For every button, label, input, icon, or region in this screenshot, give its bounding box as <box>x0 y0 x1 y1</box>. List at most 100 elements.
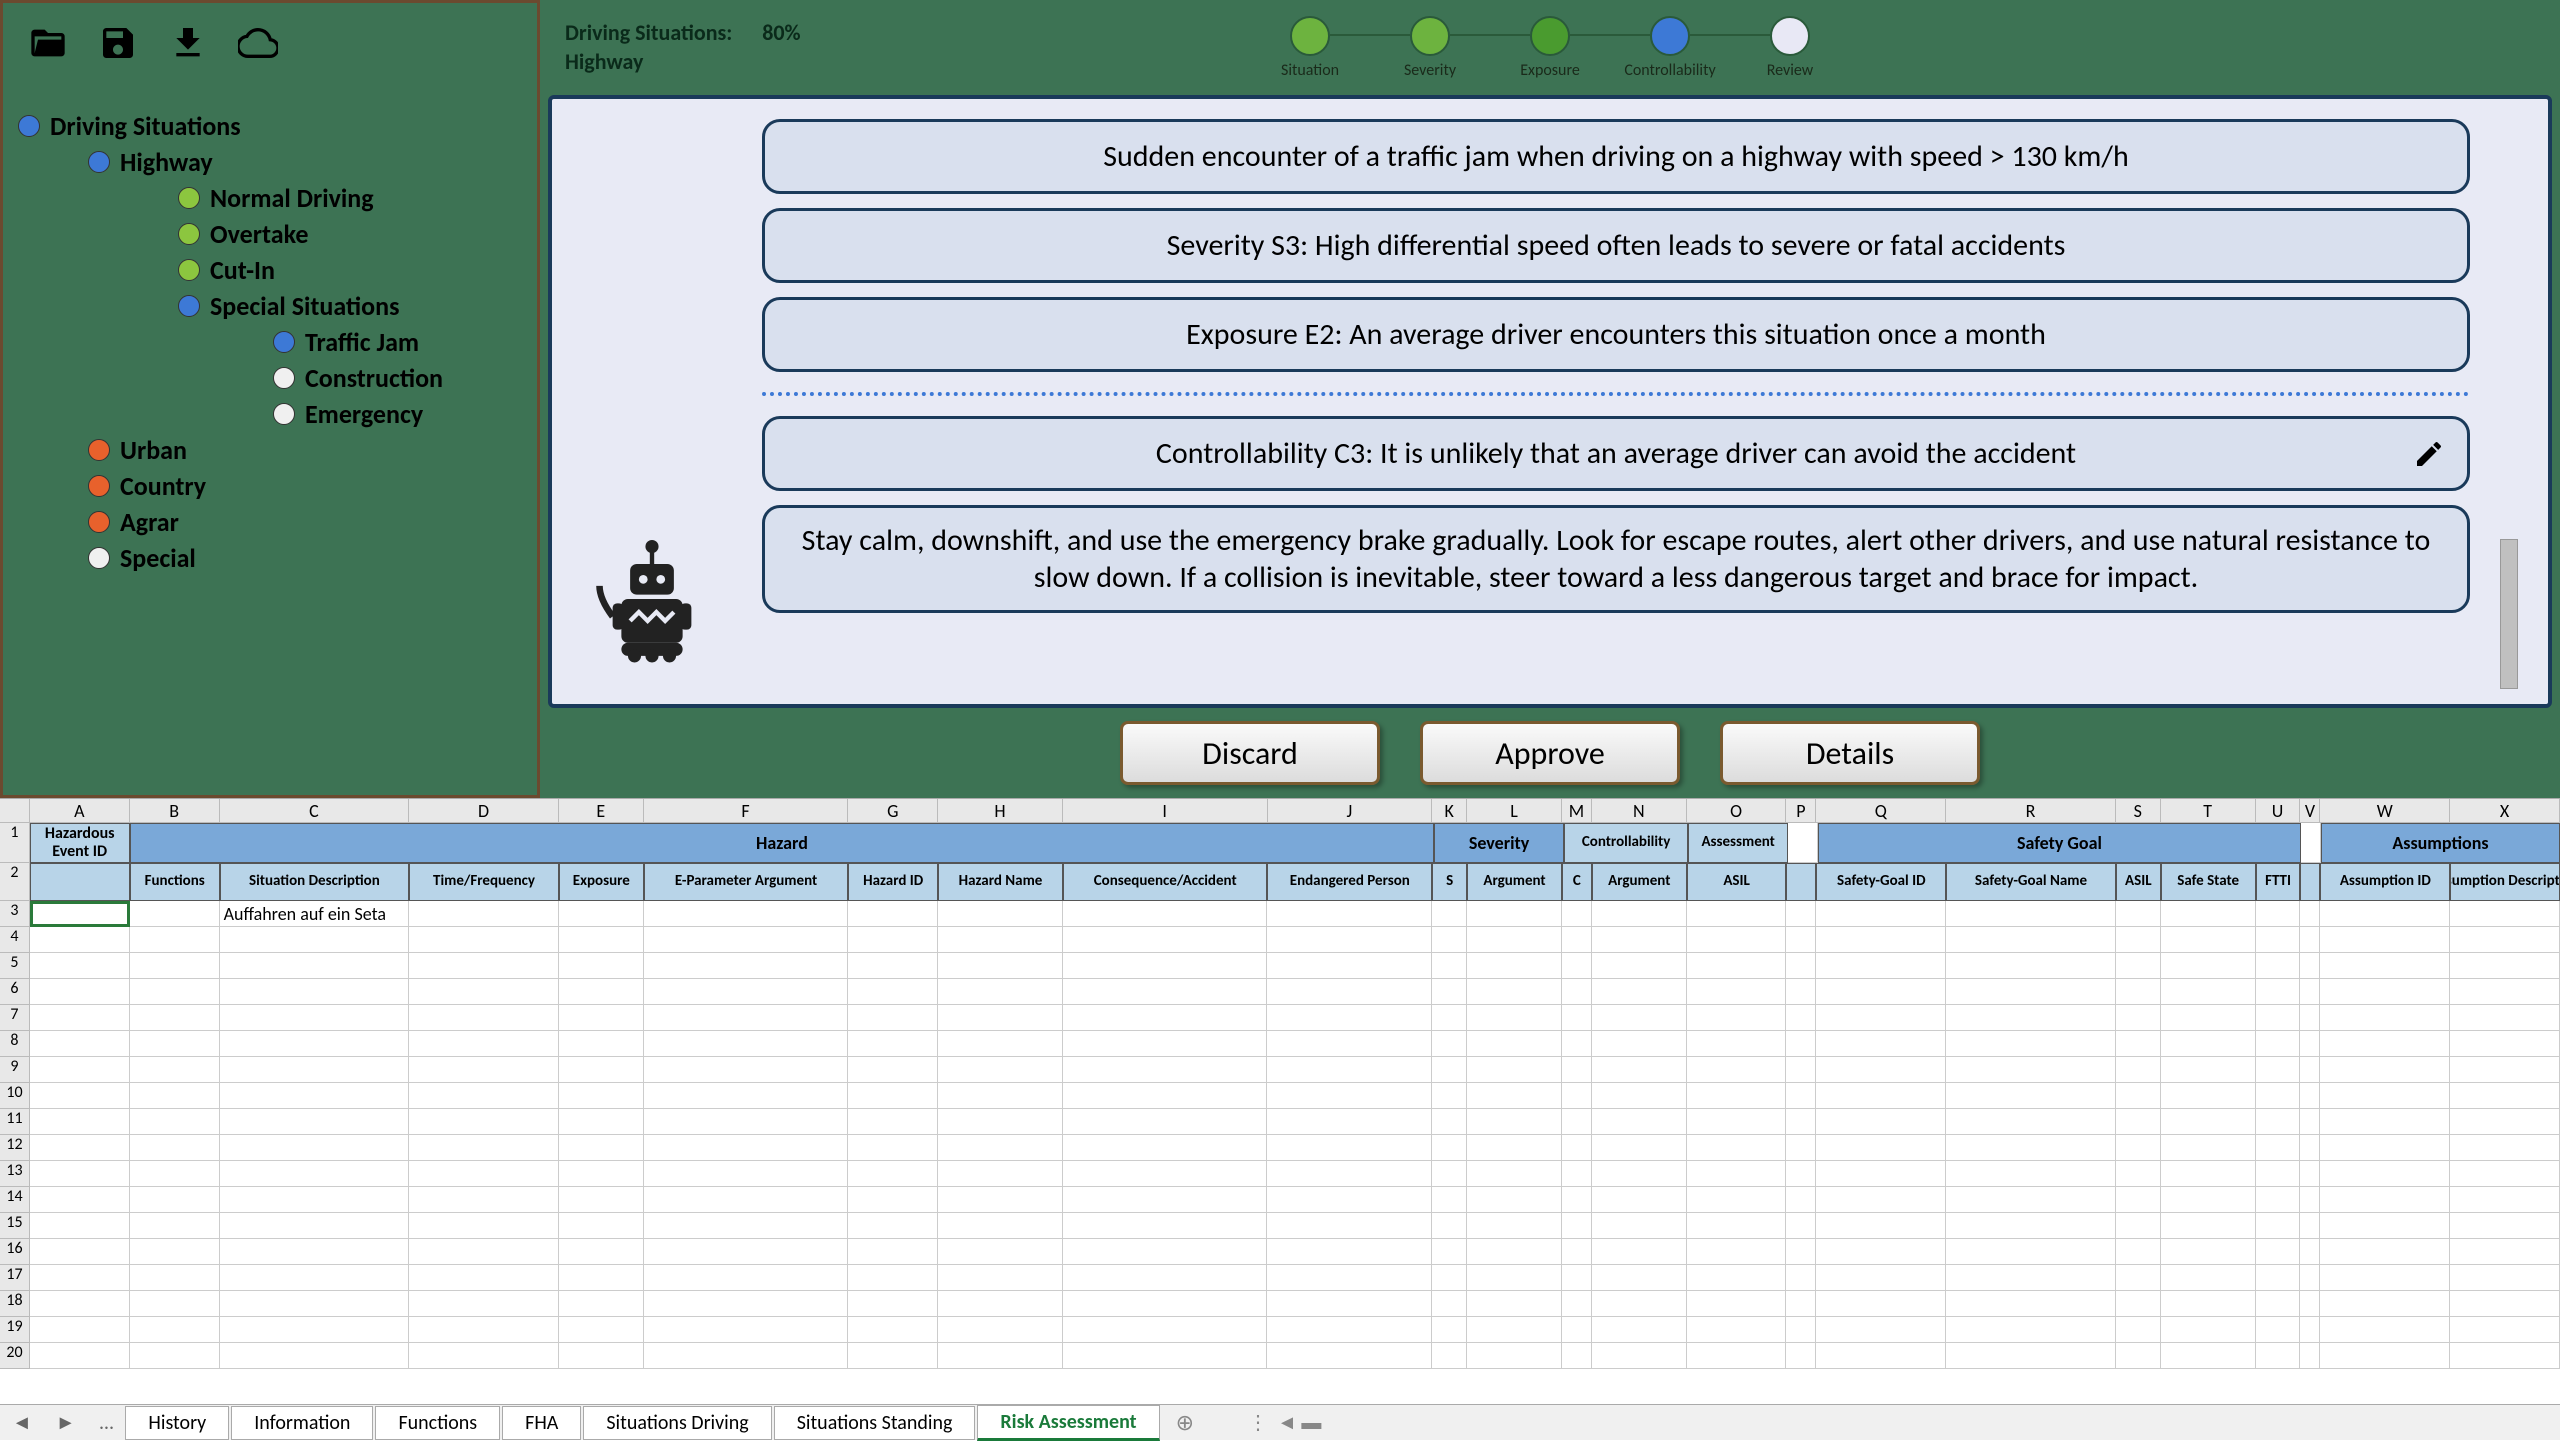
col-header[interactable]: X <box>2450 799 2560 823</box>
cell[interactable] <box>2116 1343 2161 1369</box>
cell[interactable] <box>2450 1161 2560 1187</box>
cell[interactable] <box>1063 1265 1268 1291</box>
cell[interactable] <box>2300 1265 2320 1291</box>
cell[interactable] <box>130 1239 220 1265</box>
cell[interactable] <box>130 1005 220 1031</box>
cell[interactable] <box>2320 1317 2450 1343</box>
cell[interactable]: Auffahren auf ein Seta <box>220 901 410 927</box>
cell[interactable] <box>1946 953 2116 979</box>
cell[interactable] <box>2320 1083 2450 1109</box>
cell[interactable] <box>1816 1317 1946 1343</box>
cell[interactable] <box>938 1161 1063 1187</box>
cell[interactable] <box>220 1005 410 1031</box>
cell[interactable] <box>938 1187 1063 1213</box>
cell[interactable] <box>938 1109 1063 1135</box>
cell[interactable] <box>30 1239 130 1265</box>
cell[interactable] <box>1946 1265 2116 1291</box>
cell[interactable] <box>2320 1265 2450 1291</box>
cell[interactable] <box>2300 1343 2320 1369</box>
cell[interactable] <box>559 1109 644 1135</box>
cell[interactable] <box>220 927 410 953</box>
cell[interactable] <box>1267 927 1432 953</box>
cell[interactable] <box>409 953 559 979</box>
cell[interactable] <box>1687 1265 1787 1291</box>
cell[interactable] <box>2116 1057 2161 1083</box>
sheet-tab-information[interactable]: Information <box>231 1406 373 1440</box>
cell[interactable] <box>559 1239 644 1265</box>
cell[interactable] <box>220 1239 410 1265</box>
cell[interactable] <box>848 901 938 927</box>
cell[interactable] <box>644 1031 849 1057</box>
cell[interactable] <box>1687 1291 1787 1317</box>
cell[interactable] <box>30 1031 130 1057</box>
cell[interactable] <box>1786 1161 1816 1187</box>
cell[interactable] <box>559 1343 644 1369</box>
cell[interactable] <box>1816 953 1946 979</box>
cell[interactable] <box>409 1291 559 1317</box>
cell[interactable] <box>220 1291 410 1317</box>
cell[interactable] <box>1267 953 1432 979</box>
cell[interactable] <box>1432 1239 1467 1265</box>
cell[interactable] <box>2256 1265 2301 1291</box>
cell[interactable] <box>2256 1005 2301 1031</box>
cell[interactable] <box>1063 1213 1268 1239</box>
cell[interactable] <box>1267 1317 1432 1343</box>
cell[interactable] <box>409 1031 559 1057</box>
cell[interactable] <box>1946 1135 2116 1161</box>
cell[interactable] <box>1786 953 1816 979</box>
cell[interactable] <box>1467 1213 1562 1239</box>
sheet-tab-history[interactable]: History <box>125 1406 229 1440</box>
cell[interactable] <box>1786 1213 1816 1239</box>
cell[interactable] <box>1687 1213 1787 1239</box>
cell[interactable] <box>644 1187 849 1213</box>
cell[interactable] <box>130 1213 220 1239</box>
cell[interactable] <box>1467 979 1562 1005</box>
cell[interactable] <box>559 1005 644 1031</box>
cell[interactable] <box>30 1343 130 1369</box>
cell[interactable] <box>2300 1239 2320 1265</box>
cell[interactable] <box>2300 901 2320 927</box>
cell[interactable] <box>2450 901 2560 927</box>
row-number[interactable]: 11 <box>0 1109 30 1135</box>
cell[interactable] <box>1786 1083 1816 1109</box>
cell[interactable] <box>1562 1265 1592 1291</box>
cell[interactable] <box>2256 1239 2301 1265</box>
cell[interactable] <box>2450 1031 2560 1057</box>
cell[interactable] <box>130 1031 220 1057</box>
cell[interactable] <box>2116 1239 2161 1265</box>
cell[interactable] <box>1432 1343 1467 1369</box>
tree-node-overtake[interactable]: Overtake <box>18 216 522 252</box>
cell[interactable] <box>220 1031 410 1057</box>
cell[interactable] <box>1687 1161 1787 1187</box>
cell[interactable] <box>1592 1343 1687 1369</box>
cell[interactable] <box>409 1187 559 1213</box>
col-header[interactable]: M <box>1562 799 1592 823</box>
cell[interactable] <box>1946 1057 2116 1083</box>
cell[interactable] <box>2161 1031 2256 1057</box>
cell[interactable] <box>2116 1317 2161 1343</box>
cell[interactable] <box>2116 927 2161 953</box>
tree-node-driving-situations[interactable]: Driving Situations <box>18 108 522 144</box>
cell[interactable] <box>1816 1343 1946 1369</box>
tree-node-normal-driving[interactable]: Normal Driving <box>18 180 522 216</box>
cell[interactable] <box>1467 1343 1562 1369</box>
cell[interactable] <box>2300 1057 2320 1083</box>
cell[interactable] <box>1467 1005 1562 1031</box>
cell[interactable] <box>1063 927 1268 953</box>
cell[interactable] <box>2450 1291 2560 1317</box>
cell[interactable] <box>559 1291 644 1317</box>
step-review[interactable]: Review <box>1730 16 1850 80</box>
cell[interactable] <box>1467 1291 1562 1317</box>
col-header[interactable]: N <box>1592 799 1687 823</box>
cell[interactable] <box>1562 1005 1592 1031</box>
cell[interactable] <box>1267 1265 1432 1291</box>
cell[interactable] <box>30 1083 130 1109</box>
cell[interactable] <box>1946 1239 2116 1265</box>
cell[interactable] <box>1687 927 1787 953</box>
cell[interactable] <box>220 979 410 1005</box>
step-exposure[interactable]: Exposure <box>1490 16 1610 80</box>
cell[interactable] <box>848 979 938 1005</box>
cell[interactable] <box>559 1135 644 1161</box>
cell[interactable] <box>2256 1109 2301 1135</box>
cell[interactable] <box>848 1109 938 1135</box>
